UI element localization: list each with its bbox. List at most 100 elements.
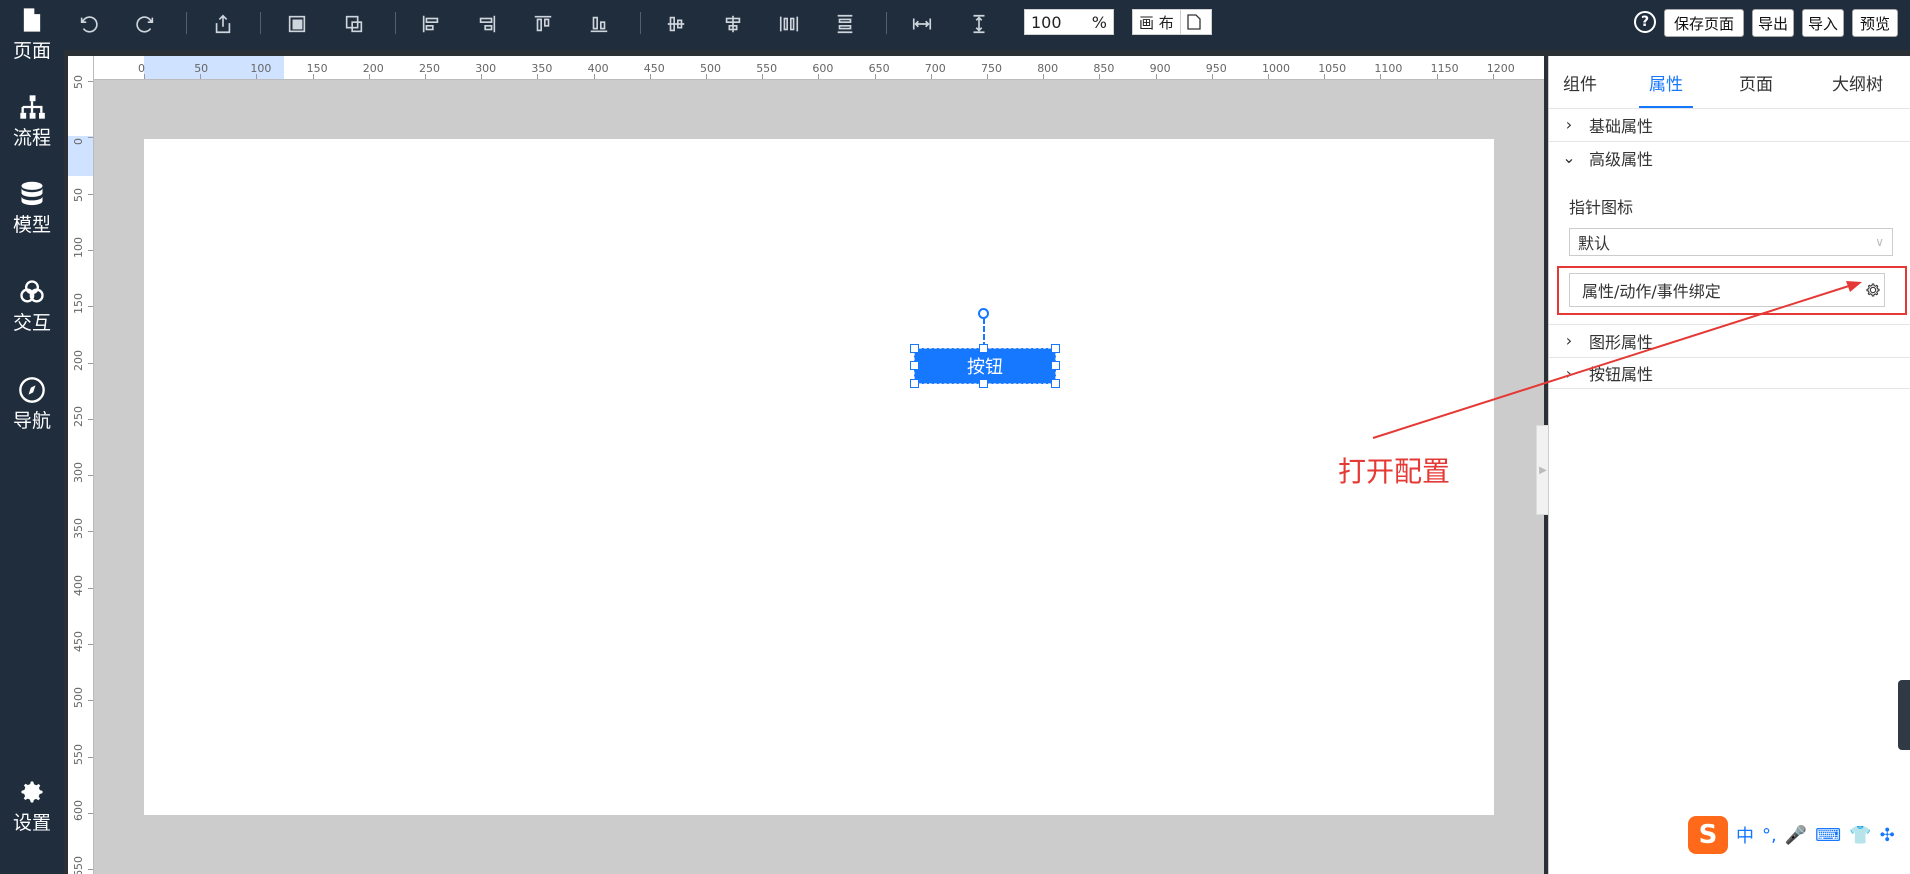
ruler-tick-label: 1000 (1262, 62, 1290, 75)
import-button[interactable]: 导入 (1802, 9, 1844, 37)
align-bottom-button[interactable] (584, 9, 614, 39)
chevron-right-icon: › (1565, 363, 1573, 383)
bring-front-icon (288, 15, 306, 33)
section-graphic[interactable]: › 图形属性 (1549, 324, 1910, 356)
ime-mode-chinese[interactable]: 中 (1736, 822, 1754, 848)
ruler-tick-label: 600 (72, 799, 85, 821)
sidebar-item-model[interactable]: 模型 (0, 180, 64, 252)
gear-icon (1866, 283, 1880, 297)
ruler-tick-label: 950 (1205, 62, 1227, 75)
sidebar-item-page[interactable]: 页面 (0, 6, 64, 78)
sidebar-item-settings[interactable]: 设置 (0, 778, 64, 850)
vertical-ruler: 50 0 50 100 150 200 250 300 350 400 450 500 550 600 65… (68, 56, 94, 874)
redo-icon (136, 16, 154, 33)
section-label: 图形属性 (1589, 332, 1654, 352)
distribute-h-button[interactable] (774, 9, 804, 39)
export-button[interactable]: 导出 (1752, 9, 1794, 37)
interaction-icon (20, 280, 44, 303)
sidebar-item-label: 模型 (12, 214, 51, 236)
resize-handle-e[interactable] (1051, 361, 1060, 370)
document-icon[interactable] (1181, 14, 1207, 30)
ruler-tick (1492, 74, 1494, 79)
ruler-tick-label: 200 (362, 62, 384, 75)
same-height-button[interactable] (964, 9, 994, 39)
bring-front-button[interactable] (282, 9, 312, 39)
tab-outline[interactable]: 大纲树 (1832, 70, 1883, 95)
section-advanced[interactable]: ⌄ 高级属性 (1549, 141, 1910, 173)
ruler-tick-label: 500 (72, 687, 85, 709)
ruler-tick-label: 50 (194, 62, 209, 75)
ruler-tick (537, 74, 539, 79)
tab-properties[interactable]: 属性 (1649, 70, 1683, 95)
sidebar-item-navigation[interactable]: 导航 (0, 376, 64, 448)
section-button[interactable]: › 按钮属性 (1549, 357, 1910, 389)
zoom-value: 100 (1031, 12, 1062, 32)
ruler-tick (1380, 74, 1382, 79)
resize-handle-nw[interactable] (910, 344, 919, 353)
ruler-tick (88, 81, 93, 82)
ruler-tick-label: 150 (72, 293, 85, 315)
section-label: 按钮属性 (1589, 365, 1654, 384)
resize-handle-ne[interactable] (1051, 344, 1060, 353)
same-width-icon (912, 18, 932, 30)
resize-handle-n[interactable] (979, 344, 988, 353)
section-basic[interactable]: › 基础属性 (1549, 108, 1910, 140)
align-top-button[interactable] (528, 9, 558, 39)
pointer-icon-select[interactable]: 默认 ∨ (1569, 228, 1893, 256)
zoom-input[interactable]: 100 % (1024, 9, 1114, 35)
microphone-icon[interactable]: 🎤 (1785, 825, 1807, 846)
ruler-tick (88, 249, 93, 251)
align-hcenter-button[interactable] (718, 9, 748, 39)
sidebar-item-label: 导航 (12, 410, 51, 432)
sidebar-item-label: 页面 (12, 40, 51, 62)
save-page-button[interactable]: 保存页面 (1664, 9, 1744, 37)
align-vcenter-button[interactable] (661, 9, 691, 39)
sidebar-item-label: 设置 (12, 812, 51, 834)
ruler-tick-label: 0 (72, 138, 85, 146)
ruler-tick-label: 300 (475, 62, 497, 75)
help-icon[interactable]: ? (1634, 11, 1656, 33)
ruler-tick-label: 100 (250, 62, 272, 75)
tab-page[interactable]: 页面 (1739, 70, 1773, 95)
floating-widget[interactable] (1898, 680, 1910, 750)
keyboard-icon[interactable]: ⌨ (1815, 825, 1841, 846)
resize-handle-sw[interactable] (910, 379, 919, 388)
resize-handle-w[interactable] (910, 361, 919, 370)
resize-handle-se[interactable] (1051, 379, 1060, 388)
ruler-tick-label: 400 (587, 62, 609, 75)
rotation-handle[interactable] (978, 308, 989, 319)
ruler-tick-label: 650 (868, 62, 890, 75)
ime-punctuation[interactable]: °, (1762, 825, 1777, 846)
ruler-tick (874, 74, 876, 79)
binding-field[interactable]: 属性/动作/事件绑定 (1569, 273, 1885, 307)
tab-components[interactable]: 组件 (1563, 70, 1597, 95)
ime-logo[interactable]: S (1688, 816, 1728, 854)
ruler-tick-label: 250 (419, 62, 440, 75)
ruler-tick-label: 600 (812, 62, 834, 75)
ruler-tick-label: 250 (72, 405, 85, 427)
ruler-tick-label: 900 (1149, 62, 1171, 75)
toolbox-icon[interactable]: ✣ (1880, 825, 1895, 846)
ruler-tick-label: 50 (72, 75, 85, 89)
skin-icon[interactable]: 👕 (1849, 825, 1871, 846)
distribute-v-button[interactable] (830, 9, 860, 39)
align-left-button[interactable] (416, 9, 446, 39)
design-page[interactable] (144, 139, 1494, 815)
ruler-tick (88, 306, 93, 308)
send-back-button[interactable] (339, 9, 369, 39)
sidebar-item-flow[interactable]: 流程 (0, 93, 64, 165)
resize-handle-s[interactable] (979, 379, 988, 388)
sidebar-item-interaction[interactable]: 交互 (0, 278, 64, 350)
canvas-mode-toggle[interactable]: 画 布 (1132, 9, 1212, 35)
ruler-tick-label: 350 (72, 518, 85, 540)
preview-button[interactable]: 预览 (1852, 9, 1898, 37)
ruler-tick-label: 500 (700, 62, 721, 75)
share-button[interactable] (208, 9, 238, 39)
distribute-h-icon (779, 16, 799, 32)
redo-button[interactable] (130, 9, 160, 39)
compass-icon (19, 377, 45, 403)
same-width-button[interactable] (907, 9, 937, 39)
align-right-button[interactable] (472, 9, 502, 39)
undo-button[interactable] (74, 9, 104, 39)
binding-config-button[interactable] (1861, 278, 1885, 302)
